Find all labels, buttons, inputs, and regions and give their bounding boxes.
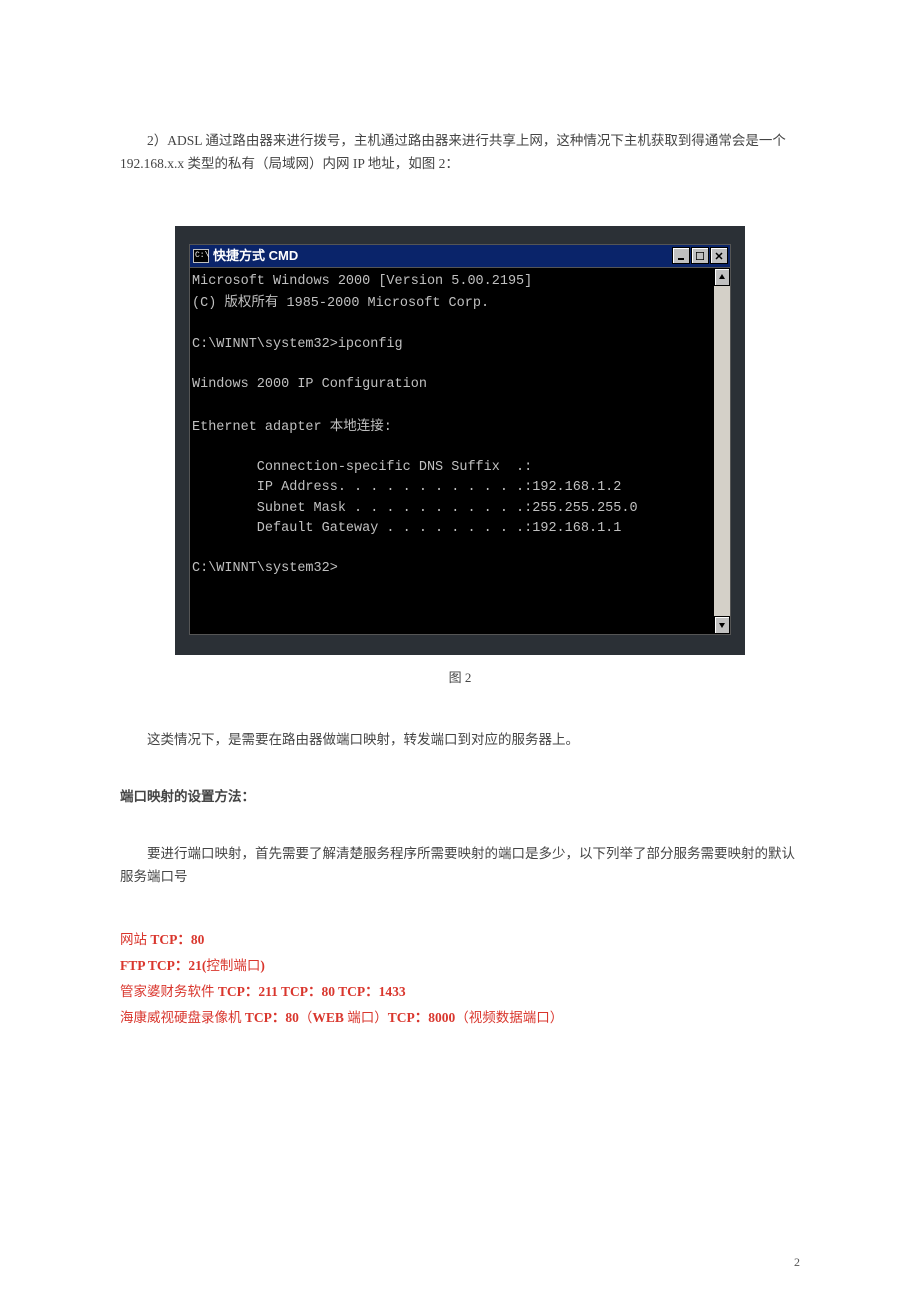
port-note: 端口） bbox=[347, 1010, 388, 1025]
paragraph-2: 这类情况下，是需要在路由器做端口映射，转发端口到对应的服务器上。 bbox=[120, 729, 800, 752]
port-line-website: 网站 TCP：80 bbox=[120, 929, 800, 952]
port-line-hikvision: 海康威视硬盘录像机 TCP：80（WEB 端口）TCP：8000（视频数据端口） bbox=[120, 1007, 800, 1030]
paragraph-3: 要进行端口映射，首先需要了解清楚服务程序所需要映射的端口是多少，以下列举了部分服… bbox=[120, 843, 800, 889]
maximize-button[interactable] bbox=[691, 247, 709, 264]
cmd-line-cn: 版权所有 bbox=[224, 294, 278, 309]
port-value: TCP：80 bbox=[242, 1010, 299, 1025]
cmd-line: Ethernet adapter bbox=[192, 420, 330, 435]
port-value: ) bbox=[260, 958, 265, 973]
port-value: TCP：8000 bbox=[388, 1010, 456, 1025]
cmd-titlebar: C:\ 快捷方式 CMD bbox=[190, 245, 730, 268]
figure-caption: 图 2 bbox=[120, 667, 800, 689]
document-page: 2）ADSL 通过路由器来进行拨号，主机通过路由器来进行共享上网，这种情况下主机… bbox=[0, 0, 920, 1302]
paragraph-intro: 2）ADSL 通过路由器来进行拨号，主机通过路由器来进行共享上网，这种情况下主机… bbox=[120, 130, 800, 176]
cmd-window: C:\ 快捷方式 CMD Microsoft Windows 2000 [Ver… bbox=[189, 244, 731, 635]
port-value: WEB bbox=[312, 1010, 347, 1025]
close-button[interactable] bbox=[710, 247, 728, 264]
port-note: （视频数据端口） bbox=[455, 1010, 563, 1025]
cmd-screenshot-frame: C:\ 快捷方式 CMD Microsoft Windows 2000 [Ver… bbox=[175, 226, 745, 655]
cmd-line: Windows 2000 IP Configuration bbox=[192, 377, 427, 392]
cmd-line: Connection-specific DNS Suffix .: bbox=[192, 460, 532, 475]
cmd-title-text: 快捷方式 CMD bbox=[213, 245, 298, 267]
port-line-ftp: FTP TCP：21(控制端口) bbox=[120, 955, 800, 978]
cmd-line: : bbox=[384, 420, 392, 435]
cmd-line: C:\WINNT\system32> bbox=[192, 561, 338, 576]
scroll-track[interactable] bbox=[714, 286, 730, 616]
port-label: 控制端口 bbox=[206, 958, 260, 973]
window-buttons bbox=[672, 247, 728, 264]
port-value: TCP：211 TCP：80 TCP：1433 bbox=[215, 984, 406, 999]
page-number: 2 bbox=[794, 1252, 800, 1272]
cmd-scrollbar[interactable] bbox=[714, 268, 730, 634]
cmd-icon: C:\ bbox=[193, 249, 209, 263]
cmd-line: Microsoft Windows 2000 [Version 5.00.219… bbox=[192, 274, 532, 289]
cmd-line: Default Gateway . . . . . . . . .:192.16… bbox=[192, 521, 621, 536]
cmd-line: (C) bbox=[192, 296, 224, 311]
port-label: 海康威视硬盘录像机 bbox=[120, 1010, 242, 1025]
port-note: （ bbox=[299, 1010, 313, 1025]
scroll-down-button[interactable] bbox=[714, 616, 730, 634]
section-heading: 端口映射的设置方法： bbox=[120, 786, 800, 809]
scroll-up-button[interactable] bbox=[714, 268, 730, 286]
cmd-line: Subnet Mask . . . . . . . . . . .:255.25… bbox=[192, 501, 638, 516]
port-value: FTP TCP：21( bbox=[120, 958, 206, 973]
port-label: 管家婆财务软件 bbox=[120, 984, 215, 999]
port-value: TCP：80 bbox=[147, 932, 204, 947]
cmd-line: C:\WINNT\system32>ipconfig bbox=[192, 337, 403, 352]
cmd-line: 1985-2000 Microsoft Corp. bbox=[278, 296, 489, 311]
cmd-line: IP Address. . . . . . . . . . . .:192.16… bbox=[192, 480, 621, 495]
cmd-title-left: C:\ 快捷方式 CMD bbox=[193, 245, 298, 267]
cmd-line-cn: 本地连接 bbox=[330, 418, 384, 433]
port-label: 网站 bbox=[120, 932, 147, 947]
cmd-body: Microsoft Windows 2000 [Version 5.00.219… bbox=[190, 268, 730, 634]
port-line-guanjiapo: 管家婆财务软件 TCP：211 TCP：80 TCP：1433 bbox=[120, 981, 800, 1004]
minimize-button[interactable] bbox=[672, 247, 690, 264]
